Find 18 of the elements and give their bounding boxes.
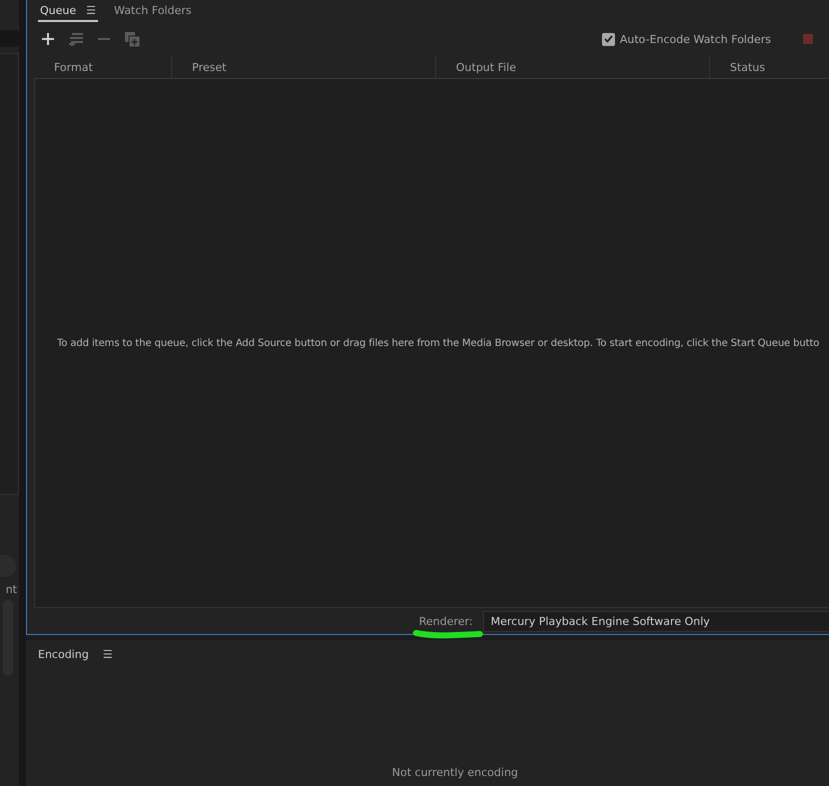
auto-encode-checkbox[interactable]: Auto-Encode Watch Folders xyxy=(602,32,771,46)
empty-queue-message: To add items to the queue, click the Add Source button or drag files here from the Media Browser or desktop. To start encoding, click the Start Queue butto xyxy=(57,338,820,348)
renderer-label: Renderer: xyxy=(419,614,473,628)
column-header[interactable]: Output File xyxy=(435,56,709,78)
duplicate-icon[interactable] xyxy=(123,30,141,48)
renderer-dropdown[interactable]: Mercury Playback Engine Software Only xyxy=(482,610,829,632)
column-header[interactable]: Status xyxy=(709,56,829,78)
underline-mark xyxy=(412,628,484,640)
side-label: nt xyxy=(4,583,18,596)
panel-tab[interactable]: Watch Folders xyxy=(112,0,194,22)
encoding-status: Not currently encoding xyxy=(392,766,518,779)
column-header[interactable]: Format xyxy=(34,56,171,78)
check-icon xyxy=(604,35,613,43)
add-icon[interactable] xyxy=(39,30,57,48)
panel-tab[interactable]: Queue ☰ xyxy=(38,0,98,22)
column-header[interactable]: Preset xyxy=(171,56,435,78)
menu-icon[interactable]: ☰ xyxy=(102,648,113,661)
panel-title: Encoding xyxy=(38,648,89,661)
